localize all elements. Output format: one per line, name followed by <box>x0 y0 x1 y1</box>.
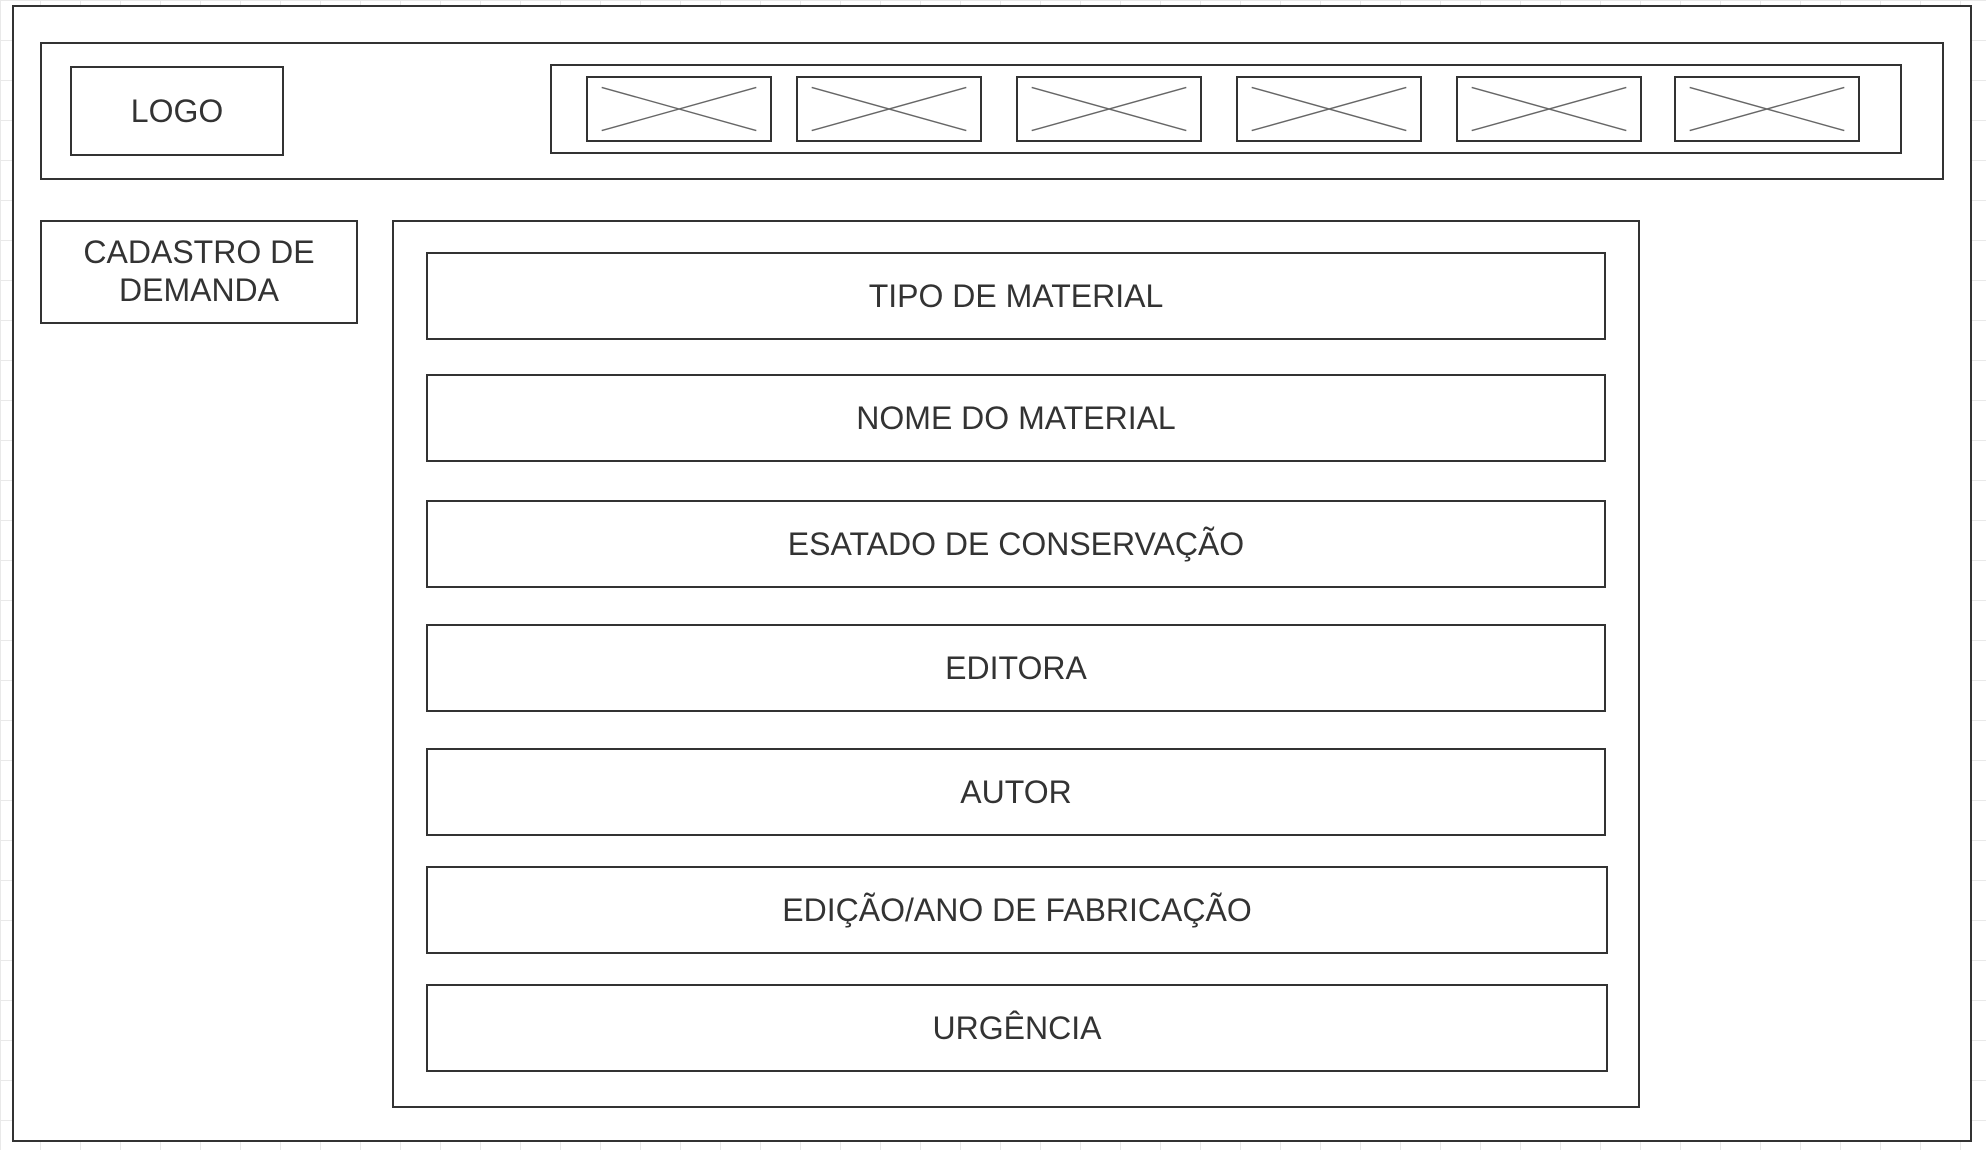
nav-item-1[interactable] <box>586 76 772 142</box>
image-placeholder-icon <box>601 86 757 132</box>
field-urgencia[interactable]: URGÊNCIA <box>426 984 1608 1072</box>
image-placeholder-icon <box>1251 86 1407 132</box>
nav-item-3[interactable] <box>1016 76 1202 142</box>
field-edicao-ano-de-fabricacao[interactable]: EDIÇÃO/ANO DE FABRICAÇÃO <box>426 866 1608 954</box>
image-placeholder-icon <box>811 86 967 132</box>
nav-item-4[interactable] <box>1236 76 1422 142</box>
nav-item-5[interactable] <box>1456 76 1642 142</box>
field-editora[interactable]: EDITORA <box>426 624 1606 712</box>
image-placeholder-icon <box>1031 86 1187 132</box>
field-tipo-de-material[interactable]: TIPO DE MATERIAL <box>426 252 1606 340</box>
sidebar-title[interactable]: CADASTRO DE DEMANDA <box>40 220 358 324</box>
logo[interactable]: LOGO <box>70 66 284 156</box>
image-placeholder-icon <box>1471 86 1627 132</box>
field-estado-de-conservacao[interactable]: ESATADO DE CONSERVAÇÃO <box>426 500 1606 588</box>
sidebar-title-line2: DEMANDA <box>118 272 279 308</box>
nav-item-6[interactable] <box>1674 76 1860 142</box>
sidebar-title-line1: CADASTRO DE <box>83 234 315 271</box>
field-autor[interactable]: AUTOR <box>426 748 1606 836</box>
field-nome-do-material[interactable]: NOME DO MATERIAL <box>426 374 1606 462</box>
nav-item-2[interactable] <box>796 76 982 142</box>
image-placeholder-icon <box>1689 86 1845 132</box>
